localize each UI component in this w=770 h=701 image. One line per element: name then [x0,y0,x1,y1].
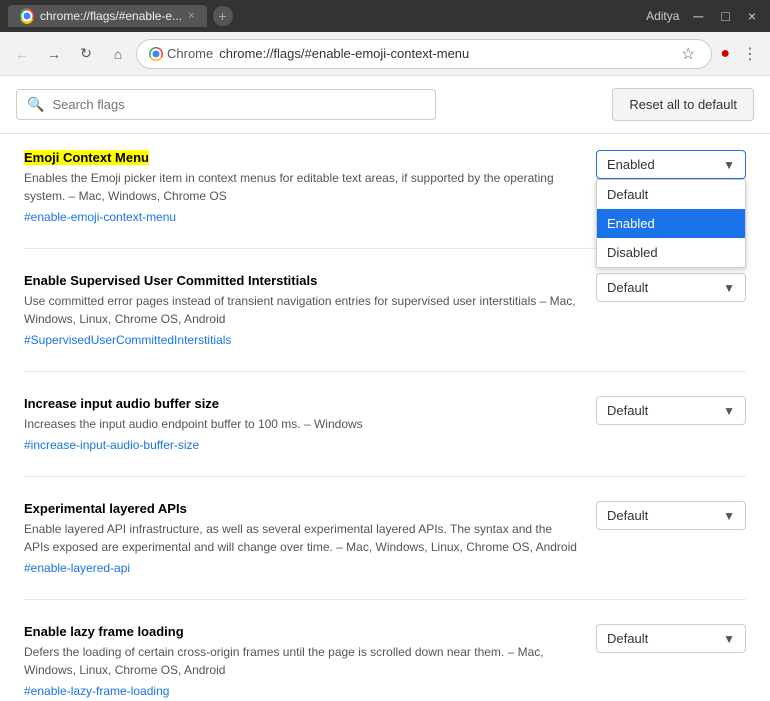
chrome-badge: Chrome [149,46,213,61]
chrome-icon [149,47,163,61]
dropdown-wrapper[interactable]: Default ▼ [596,501,746,530]
flag-link[interactable]: #enable-lazy-frame-loading [24,684,169,698]
flag-link[interactable]: #enable-emoji-context-menu [24,210,176,224]
dropdown-wrapper[interactable]: Default ▼ [596,396,746,425]
flag-link[interactable]: #SupervisedUserCommittedInterstitials [24,333,231,347]
search-box[interactable]: 🔍 [16,89,436,120]
dropdown-option[interactable]: Disabled [597,238,745,267]
dropdown-button[interactable]: Default ▼ [596,501,746,530]
chevron-down-icon: ▼ [723,509,735,523]
chevron-down-icon: ▼ [723,158,735,172]
chevron-down-icon: ▼ [723,404,735,418]
dropdown-value: Default [607,508,648,523]
flag-item: Enable lazy frame loading Defers the load… [24,624,746,701]
menu-icon[interactable]: ⋮ [738,40,762,68]
dropdown-wrapper[interactable]: Enabled▼DefaultEnabledDisabled [596,150,746,179]
flag-title: Increase input audio buffer size [24,396,219,411]
flags-content[interactable]: Emoji Context Menu Enables the Emoji pick… [0,134,770,701]
search-icon: 🔍 [27,96,44,113]
flag-control[interactable]: Default ▼ [596,624,746,653]
flag-info: Increase input audio buffer size Increase… [24,396,580,452]
flag-item: Increase input audio buffer size Increase… [24,396,746,477]
navbar: ← → ↻ ⌂ Chrome chrome://flags/#enable-em… [0,32,770,76]
flag-info: Enable Supervised User Committed Interst… [24,273,580,347]
flag-info: Emoji Context Menu Enables the Emoji pick… [24,150,580,224]
flag-title: Emoji Context Menu [24,150,149,165]
user-name: Aditya [646,9,679,23]
tab-title: chrome://flags/#enable-e... [40,9,182,23]
reload-button[interactable]: ↻ [72,40,100,68]
titlebar: chrome://flags/#enable-e... × + Aditya ─… [0,0,770,32]
browser-tab[interactable]: chrome://flags/#enable-e... × [8,5,207,27]
flag-control[interactable]: Enabled▼DefaultEnabledDisabled [596,150,746,179]
flag-description: Use committed error pages instead of tra… [24,292,580,328]
forward-button[interactable]: → [40,40,68,68]
address-bar[interactable]: Chrome chrome://flags/#enable-emoji-cont… [136,39,712,69]
flag-description: Defers the loading of certain cross-orig… [24,643,580,679]
dropdown-button[interactable]: Enabled ▼ [596,150,746,179]
flag-title: Experimental layered APIs [24,501,187,516]
minimize-button[interactable]: ─ [687,6,709,26]
back-button[interactable]: ← [8,40,36,68]
flag-link[interactable]: #enable-layered-api [24,561,130,575]
dropdown-button[interactable]: Default ▼ [596,273,746,302]
bookmark-icon[interactable]: ☆ [677,40,699,68]
dropdown-option[interactable]: Default [597,180,745,209]
flag-link[interactable]: #increase-input-audio-buffer-size [24,438,199,452]
flag-description: Enable layered API infrastructure, as we… [24,520,580,556]
dropdown-button[interactable]: Default ▼ [596,624,746,653]
chevron-down-icon: ▼ [723,632,735,646]
dropdown-value: Default [607,280,648,295]
flag-item: Experimental layered APIs Enable layered … [24,501,746,600]
home-button[interactable]: ⌂ [104,40,132,68]
window-controls: ─ □ × [687,6,762,26]
url-text: chrome://flags/#enable-emoji-context-men… [219,46,671,61]
chrome-label: Chrome [167,46,213,61]
reset-all-button[interactable]: Reset all to default [612,88,754,121]
flag-description: Increases the input audio endpoint buffe… [24,415,580,433]
flag-control[interactable]: Default ▼ [596,273,746,302]
dropdown-option[interactable]: Enabled [597,209,745,238]
dropdown-menu[interactable]: DefaultEnabledDisabled [596,179,746,268]
titlebar-left: chrome://flags/#enable-e... × + [8,5,233,27]
opera-icon[interactable]: ● [716,41,734,67]
chevron-down-icon: ▼ [723,281,735,295]
dropdown-value: Default [607,631,648,646]
search-input[interactable] [52,97,425,112]
flag-info: Experimental layered APIs Enable layered … [24,501,580,575]
dropdown-button[interactable]: Default ▼ [596,396,746,425]
flag-title: Enable Supervised User Committed Interst… [24,273,317,288]
tab-close-button[interactable]: × [188,10,194,22]
tab-favicon [20,9,34,23]
flag-control[interactable]: Default ▼ [596,396,746,425]
nav-right-controls: ● ⋮ [716,40,762,68]
maximize-button[interactable]: □ [715,6,735,26]
flag-control[interactable]: Default ▼ [596,501,746,530]
flag-title: Enable lazy frame loading [24,624,184,639]
new-tab-button[interactable]: + [213,6,233,26]
flag-description: Enables the Emoji picker item in context… [24,169,580,205]
titlebar-right: Aditya ─ □ × [646,6,762,26]
dropdown-wrapper[interactable]: Default ▼ [596,624,746,653]
flags-topbar: 🔍 Reset all to default [0,76,770,134]
flag-info: Enable lazy frame loading Defers the load… [24,624,580,698]
dropdown-wrapper[interactable]: Default ▼ [596,273,746,302]
dropdown-value: Default [607,403,648,418]
flag-item: Enable Supervised User Committed Interst… [24,273,746,372]
flags-page: 🔍 Reset all to default Emoji Context Men… [0,76,770,701]
flag-item: Emoji Context Menu Enables the Emoji pick… [24,150,746,249]
dropdown-value: Enabled [607,157,655,172]
close-window-button[interactable]: × [742,6,762,26]
